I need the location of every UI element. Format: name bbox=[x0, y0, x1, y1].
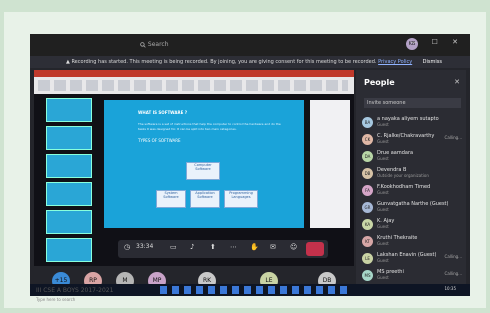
hang-up-button[interactable] bbox=[306, 242, 324, 256]
call-timer: 33:34 bbox=[136, 243, 154, 250]
taskbar-clock: 10:35 bbox=[444, 286, 456, 291]
privacy-policy-link[interactable]: Privacy Policy bbox=[378, 59, 412, 65]
participant-row[interactable]: CK C. Rjalke/Chakravarthy Guest Calling... bbox=[362, 133, 462, 146]
participant-role: Guest bbox=[377, 190, 389, 195]
call-controls: ◷ 33:34 ▭ ♪ ⬆ ⋯ ✋ ✉ ☺ bbox=[118, 240, 328, 258]
chat-icon[interactable]: ✉ bbox=[270, 243, 276, 251]
microphone-icon[interactable]: ♪ bbox=[190, 243, 194, 251]
share-icon[interactable]: ⬆ bbox=[210, 243, 216, 251]
participant-role: Guest bbox=[377, 139, 389, 144]
participant-status: Calling... bbox=[444, 271, 462, 276]
participant-row[interactable]: BA a nayaka aliyem sutapto Guest bbox=[362, 116, 462, 129]
slide-thumbnail bbox=[46, 126, 92, 150]
participant-row[interactable]: DA Drue aamdara Guest bbox=[362, 150, 462, 163]
participant-row[interactable]: KT Kruthi Thekraite Guest bbox=[362, 235, 462, 248]
timer-icon: ◷ bbox=[124, 243, 131, 251]
close-icon[interactable]: ✕ bbox=[454, 78, 460, 86]
ribbon-tools bbox=[38, 80, 348, 91]
taskbar-search-text: Type here to search bbox=[36, 297, 76, 302]
diagram-box-application: Application Software bbox=[190, 190, 220, 208]
participant-role: Guest bbox=[377, 241, 389, 246]
powerpoint-ribbon bbox=[34, 70, 354, 94]
raise-hand-icon[interactable]: ✋ bbox=[250, 243, 259, 251]
avatar: BA bbox=[362, 117, 373, 128]
people-panel: People ✕ Invite someone BA a nayaka aliye… bbox=[356, 70, 466, 292]
laptop-screen: Search KB — ☐ ✕ ▲ Recording has started.… bbox=[30, 34, 470, 296]
participant-row[interactable]: DB Devendra B Outside your organization bbox=[362, 167, 462, 180]
slide-thumbnail bbox=[46, 210, 92, 234]
participant-row[interactable]: LE Lakshan Enavin (Guest) Guest Calling... bbox=[362, 252, 462, 265]
participant-row[interactable]: KA K. Ajay Guest bbox=[362, 218, 462, 231]
diagram-box-system: System Software bbox=[156, 190, 186, 208]
recording-banner: ▲ Recording has started. This meeting is… bbox=[30, 56, 470, 68]
slide-thumbnail bbox=[46, 154, 92, 178]
diagram-box-programming: Programming Languages bbox=[224, 190, 258, 208]
slide-thumbnail bbox=[46, 238, 92, 262]
dismiss-button[interactable]: Dismiss bbox=[423, 56, 442, 68]
avatar: GR bbox=[362, 202, 373, 213]
teams-title-bar: Search KB — ☐ ✕ bbox=[30, 34, 470, 56]
people-icon[interactable]: ☺ bbox=[290, 243, 297, 251]
more-icon[interactable]: ⋯ bbox=[230, 243, 237, 251]
avatar: DA bbox=[362, 151, 373, 162]
camera-icon[interactable]: ▭ bbox=[170, 243, 177, 251]
search-icon bbox=[140, 41, 146, 48]
current-slide: WHAT IS SOFTWARE ? The software is a set… bbox=[104, 100, 304, 228]
avatar: KT bbox=[362, 236, 373, 247]
avatar: DB bbox=[362, 168, 373, 179]
participant-role: Outside your organization bbox=[377, 173, 429, 178]
slide-subtitle: TYPES OF SOFTWARE bbox=[138, 138, 181, 143]
slide-body: The software is a set of instructions th… bbox=[138, 122, 281, 131]
participant-row[interactable]: FA F.Kookhodham Timed Guest bbox=[362, 184, 462, 197]
participant-row[interactable]: MS MS preethi Guest Calling... bbox=[362, 269, 462, 282]
slide-thumbnail bbox=[46, 98, 92, 122]
participant-role: Guest bbox=[377, 122, 389, 127]
people-title: People bbox=[364, 78, 395, 87]
slide-thumbnail bbox=[46, 182, 92, 206]
search-label: Search bbox=[147, 41, 169, 48]
participant-role: Guest bbox=[377, 156, 389, 161]
avatar: LE bbox=[362, 253, 373, 264]
participant-role: Guest bbox=[377, 275, 389, 280]
recording-message: ▲ Recording has started. This meeting is… bbox=[66, 59, 413, 65]
shared-screen-stage: WHAT IS SOFTWARE ? The software is a set… bbox=[34, 70, 354, 266]
ppt-side-panel bbox=[310, 100, 350, 228]
participant-status: Calling... bbox=[444, 254, 462, 259]
participant-role: Guest bbox=[377, 258, 389, 263]
avatar: MS bbox=[362, 270, 373, 281]
slide-title: WHAT IS SOFTWARE ? bbox=[138, 110, 188, 115]
diagram-box-root: Computer Software bbox=[186, 162, 220, 180]
caption-text: III CSE A BOYS 2017-2021 bbox=[36, 287, 114, 294]
avatar: FA bbox=[362, 185, 373, 196]
participant-row[interactable]: GR Gunvatgatha Narthe (Guest) Guest bbox=[362, 201, 462, 214]
slide-thumbnails bbox=[40, 98, 96, 262]
window-controls[interactable]: — ☐ ✕ bbox=[410, 38, 464, 46]
invite-input[interactable]: Invite someone bbox=[364, 98, 461, 108]
ppt-title-bar bbox=[34, 70, 354, 77]
avatar: KA bbox=[362, 219, 373, 230]
participant-status: Calling... bbox=[444, 135, 462, 140]
search-box[interactable]: Search bbox=[140, 39, 186, 51]
participant-role: Guest bbox=[377, 207, 389, 212]
taskbar-app-icons[interactable] bbox=[160, 286, 350, 294]
avatar: CK bbox=[362, 134, 373, 145]
participant-role: Guest bbox=[377, 224, 389, 229]
